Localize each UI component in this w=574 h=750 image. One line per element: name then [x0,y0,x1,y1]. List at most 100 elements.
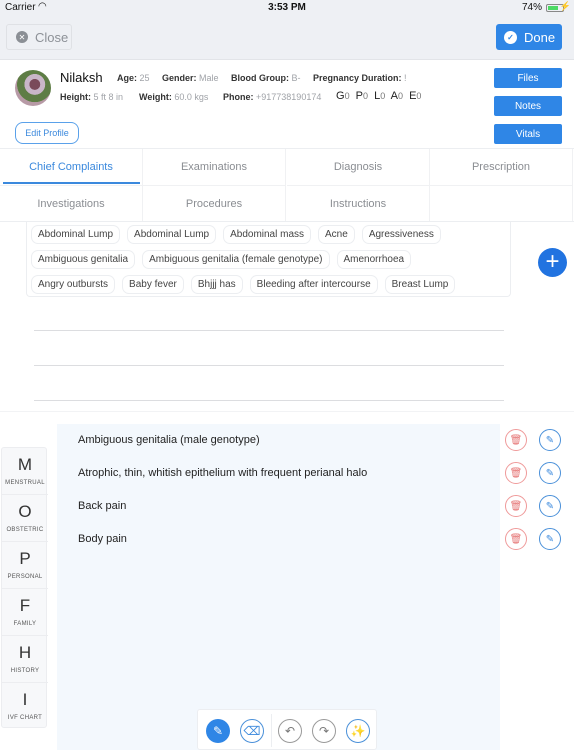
history-nav-ivf-chart[interactable]: I IVF CHART [2,683,48,730]
vitals-button[interactable]: Vitals [494,124,562,144]
history-nav-menstrual[interactable]: M MENSTRUAL [2,448,48,495]
nav-label: HISTORY [10,668,40,674]
chip-row: Angry outbursts Baby fever Bhjjj has Ble… [31,275,456,294]
chip-row: Abdominal Lump Abdominal Lump Abdominal … [31,225,441,244]
suggestion-chip[interactable]: Baby fever [122,275,184,294]
complaint-item: Body pain [78,533,127,545]
eraser-tool-button[interactable]: ⌫ [240,719,264,743]
section-tabs: Chief Complaints Examinations Diagnosis … [0,149,574,222]
edit-button[interactable]: ✎ [539,495,561,517]
complaint-item: Ambiguous genitalia (male genotype) [78,434,260,446]
done-button[interactable]: ✓ Done [496,24,562,50]
suggestion-chip[interactable]: Amenorrhoea [336,250,412,269]
pregnancy-value: ! [404,73,407,83]
nav-label: FAMILY [13,621,37,627]
gplae-value: 0 [344,91,350,101]
suggestion-chip[interactable]: Abdominal Lump [127,225,217,244]
battery-percent: 74% [521,2,542,13]
nav-letter: F [19,596,31,615]
age-label: Age: [117,73,137,83]
handwriting-line[interactable] [34,365,504,366]
delete-button[interactable]: 🗑 [505,495,527,517]
chip-row: Ambiguous genitalia Ambiguous genitalia … [31,250,412,269]
battery-fill [548,6,559,10]
history-nav-family[interactable]: F FAMILY [2,589,48,636]
tab-investigations[interactable]: Investigations [0,185,143,221]
tab-procedures[interactable]: Procedures [143,185,286,221]
charging-icon: ⚡ [559,1,571,11]
pencil-icon: ✎ [545,533,555,545]
tab-label: Procedures [185,197,243,210]
notes-button[interactable]: Notes [494,96,562,116]
suggestion-chip[interactable]: Abdominal mass [223,225,312,244]
delete-button[interactable]: 🗑 [505,429,527,451]
gplae-value: 0 [398,91,404,101]
delete-button[interactable]: 🗑 [505,462,527,484]
suggestion-chip[interactable]: Breast Lump [384,275,456,294]
blood-group-field: Blood Group: B- [231,73,301,83]
add-complaint-button[interactable]: + [538,248,567,277]
tab-empty [430,185,573,221]
suggestion-chip[interactable]: Abdominal Lump [31,225,121,244]
age-field: Age: 25 [117,73,150,83]
patient-name: Nilaksh [60,70,103,85]
plus-icon: + [545,248,560,275]
gender-field: Gender: Male [162,73,219,83]
complaint-item: Atrophic, thin, whitish epithelium with … [78,467,368,479]
edit-profile-button[interactable]: Edit Profile [15,122,79,144]
delete-button[interactable]: 🗑 [505,528,527,550]
gender-value: Male [199,73,219,83]
active-tab-indicator [3,182,140,184]
undo-button[interactable]: ↶ [278,719,302,743]
nav-letter: M [17,455,33,474]
clear-canvas-button[interactable]: ✨ [346,719,370,743]
pencil-icon: ✎ [545,467,555,479]
files-button[interactable]: Files [494,68,562,88]
edit-button[interactable]: ✎ [539,429,561,451]
weight-value: 60.0 kgs [174,92,209,102]
close-icon: ✕ [16,31,28,43]
done-label: Done [524,29,556,45]
pencil-tool-button[interactable]: ✎ [206,719,230,743]
tab-label: Investigations [37,197,105,210]
suggestion-chip[interactable]: Bhjjj has [190,275,243,294]
phone-value: +917738190174 [256,92,322,102]
handwriting-line[interactable] [34,330,504,331]
tab-chief-complaints[interactable]: Chief Complaints [0,149,143,185]
suggestion-chip[interactable]: Angry outbursts [31,275,116,294]
suggestion-chip[interactable]: Bleeding after intercourse [249,275,378,294]
redo-button[interactable]: ↷ [312,719,336,743]
patient-profile: Nilaksh Age: 25 Gender: Male Blood Group… [0,60,574,149]
close-label: Close [35,29,69,45]
history-nav-personal[interactable]: P PERSONAL [2,542,48,589]
gplae-value: 0 [380,91,386,101]
phone-label: Phone: [223,92,254,102]
trash-icon: 🗑 [509,467,523,479]
pencil-icon: ✎ [212,724,224,738]
phone-field: Phone: +917738190174 [223,92,321,102]
suggestion-chip[interactable]: Ambiguous genitalia (female genotype) [142,250,330,269]
nav-letter: H [18,643,32,662]
complaint-item: Back pain [78,500,127,512]
history-nav-history[interactable]: H HISTORY [2,636,48,683]
tab-prescription[interactable]: Prescription [430,149,573,185]
trash-icon: 🗑 [509,533,523,545]
tab-diagnosis[interactable]: Diagnosis [287,149,430,185]
handwriting-line[interactable] [34,400,504,401]
redo-icon: ↷ [318,724,330,738]
suggestion-chip[interactable]: Acne [318,225,355,244]
nav-letter: P [19,549,31,568]
edit-button[interactable]: ✎ [539,462,561,484]
status-bar: Carrier ◠ 3:53 PM 74% ⚡ [0,0,574,16]
close-button[interactable]: ✕ Close [6,24,72,50]
blood-group-label: Blood Group: [231,73,289,83]
history-nav-obstetric[interactable]: O OBSTETRIC [2,495,48,542]
tab-examinations[interactable]: Examinations [143,149,286,185]
tab-instructions[interactable]: Instructions [287,185,430,221]
pregnancy-field: Pregnancy Duration: ! [313,73,407,83]
suggestion-chip[interactable]: Ambiguous genitalia [31,250,136,269]
suggestion-chip[interactable]: Agressiveness [361,225,441,244]
drawing-toolbar: ✎ ⌫ ↶ ↷ ✨ [197,709,377,750]
edit-button[interactable]: ✎ [539,528,561,550]
gplae-value: 0 [416,91,422,101]
